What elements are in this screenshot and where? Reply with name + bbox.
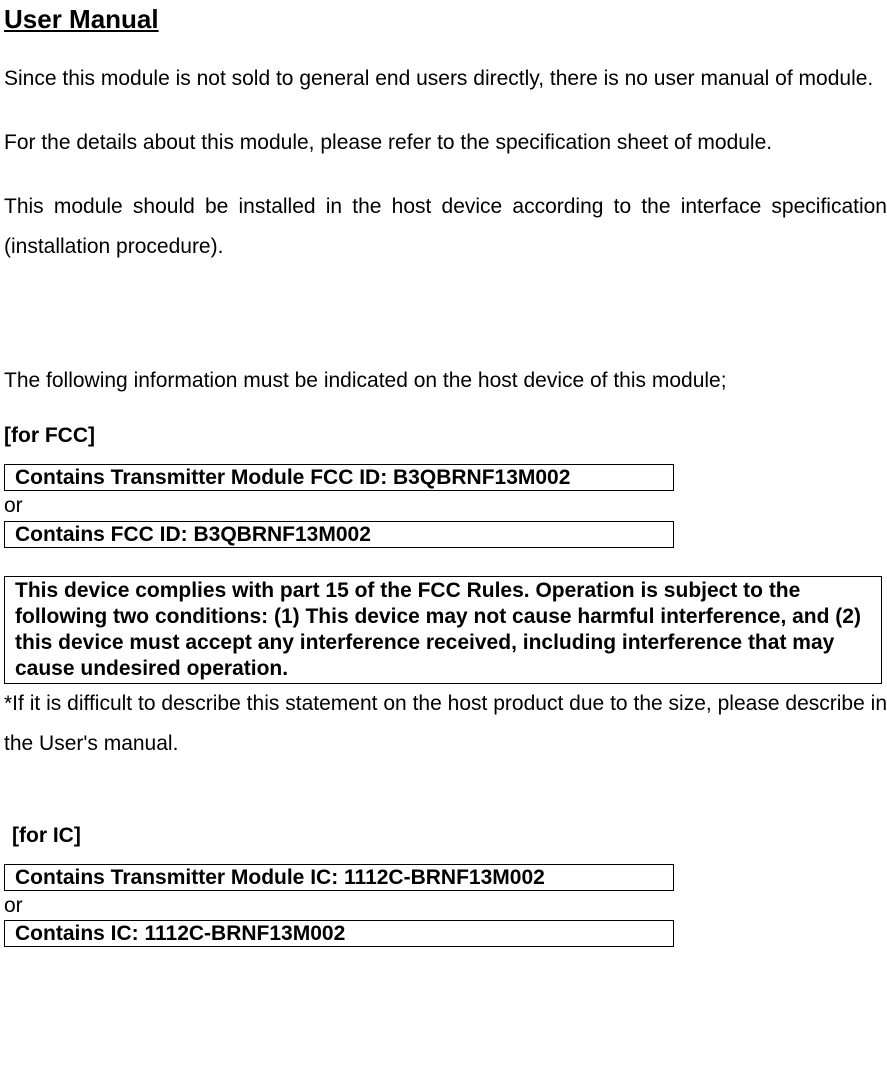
indication-intro: The following information must be indica…: [4, 361, 887, 401]
ic-box-1: Contains Transmitter Module IC: 1112C-BR…: [4, 864, 674, 891]
intro-paragraph-3: This module should be installed in the h…: [4, 187, 887, 267]
fcc-section-label: [for FCC]: [4, 424, 887, 448]
ic-box-2: Contains IC: 1112C-BRNF13M002: [4, 920, 674, 947]
fcc-box-1: Contains Transmitter Module FCC ID: B3QB…: [4, 464, 674, 491]
intro-paragraph-1: Since this module is not sold to general…: [4, 59, 887, 99]
page-title: User Manual: [4, 4, 887, 35]
fcc-note: *If it is difficult to describe this sta…: [4, 684, 887, 764]
fcc-or-text: or: [4, 491, 887, 520]
ic-section-label: [for IC]: [12, 824, 887, 848]
intro-paragraph-2: For the details about this module, pleas…: [4, 123, 887, 163]
fcc-compliance-box: This device complies with part 15 of the…: [4, 576, 882, 684]
fcc-box-2: Contains FCC ID: B3QBRNF13M002: [4, 521, 674, 548]
ic-or-text: or: [4, 891, 887, 920]
